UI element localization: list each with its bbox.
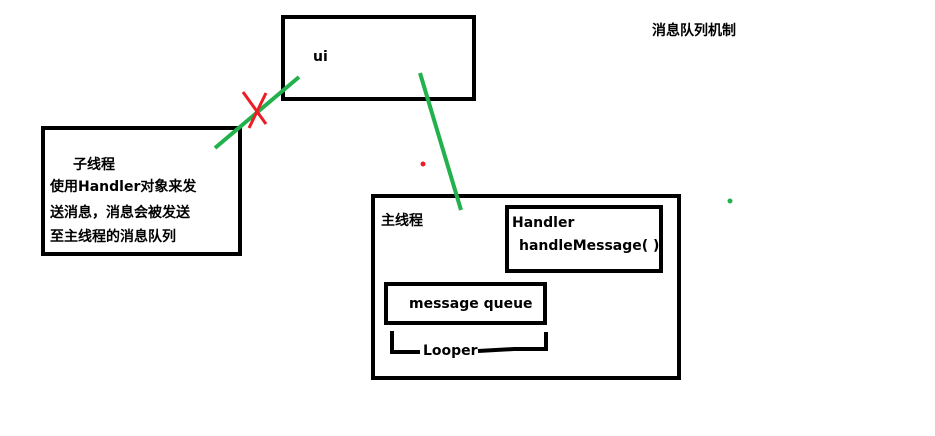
looper-label: Looper	[423, 343, 478, 359]
ui-label: ui	[313, 49, 328, 65]
main-thread-title: 主线程	[381, 213, 423, 229]
red-dot	[420, 161, 426, 167]
diagram-title: 消息队列机制	[652, 23, 736, 39]
green-dot	[727, 198, 733, 204]
handler-method: handleMessage( )	[519, 238, 660, 254]
handler-title: Handler	[512, 215, 575, 231]
worker-thread-desc-line-3: 至主线程的消息队列	[50, 229, 176, 245]
ui-to-main-thread-connector	[418, 72, 463, 211]
looper-bracket-left	[390, 331, 420, 354]
worker-thread-desc-line-1: 使用Handler对象来发	[50, 179, 197, 195]
ui-box	[281, 15, 476, 101]
looper-bracket-right	[477, 332, 548, 353]
worker-thread-title: 子线程	[73, 157, 115, 173]
message-queue-label: message queue	[409, 296, 533, 312]
worker-thread-desc-line-2: 送消息，消息会被发送	[50, 205, 190, 221]
